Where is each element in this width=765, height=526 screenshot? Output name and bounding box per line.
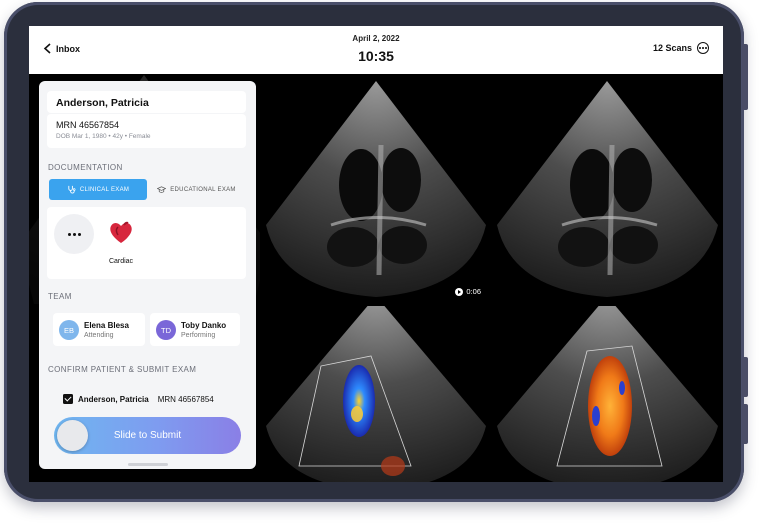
team-member-name: Elena Blesa: [84, 321, 129, 330]
clip-timer: 0:06: [455, 287, 481, 296]
echo-image: [497, 81, 718, 297]
team-member-elena[interactable]: EB Elena Blesa Attending: [53, 313, 145, 346]
scans-menu[interactable]: 12 Scans: [653, 42, 709, 54]
team-heading: TEAM: [48, 292, 72, 301]
team-member-name: Toby Danko: [181, 321, 227, 330]
panel-drag-handle[interactable]: [128, 463, 168, 466]
slide-to-submit-label: Slide to Submit: [113, 430, 182, 441]
confirm-checkbox[interactable]: [63, 394, 73, 404]
tablet-volume-down-button: [742, 404, 748, 444]
play-icon[interactable]: [455, 287, 464, 296]
patient-mrn: MRN 46567854: [56, 120, 120, 130]
heart-icon[interactable]: [107, 218, 135, 246]
doppler-image: [266, 306, 486, 482]
tab-educational-exam[interactable]: EDUCATIONAL EXAM: [149, 179, 244, 200]
confirm-patient-mrn: MRN 46567854: [157, 394, 214, 404]
app-screen: Inbox April 2, 2022 10:35 12 Scans 0:06 …: [29, 26, 723, 482]
graduation-cap-icon: [157, 186, 167, 193]
slider-knob[interactable]: [57, 420, 88, 451]
doppler-image: [497, 306, 718, 482]
avatar: EB: [59, 320, 79, 340]
scan-thumbnail-3[interactable]: [492, 75, 723, 304]
patient-details: DOB Mar 1, 1980 • 42y • Female: [56, 133, 151, 140]
tablet-volume-up-button: [742, 357, 748, 397]
confirm-heading: CONFIRM PATIENT & SUBMIT EXAM: [48, 365, 197, 374]
tab-clinical-label: CLINICAL EXAM: [79, 186, 130, 193]
tab-educational-label: EDUCATIONAL EXAM: [170, 186, 236, 193]
tablet-side-button: [742, 44, 748, 110]
exam-date: April 2, 2022: [352, 34, 400, 43]
scan-thumbnail-4[interactable]: [261, 306, 491, 482]
echo-image: [266, 81, 486, 297]
exam-details-panel: Anderson, Patricia MRN 46567854 DOB Mar …: [39, 81, 256, 469]
team-member-role: Performing: [181, 332, 216, 339]
confirm-patient-row[interactable]: Anderson, Patricia MRN 46567854: [63, 394, 214, 404]
exam-time: 10:35: [358, 48, 394, 64]
scans-count: 12 Scans: [652, 43, 692, 53]
team-member-toby[interactable]: TD Toby Danko Performing: [150, 313, 240, 346]
scan-thumbnail-5[interactable]: [492, 306, 723, 482]
tablet-device: Inbox April 2, 2022 10:35 12 Scans 0:06 …: [4, 2, 748, 502]
patient-name: Anderson, Patricia: [56, 97, 149, 109]
exam-type-cardiac-label: Cardiac: [108, 258, 134, 265]
tab-clinical-exam[interactable]: CLINICAL EXAM: [49, 179, 147, 200]
slide-to-submit-slider[interactable]: Slide to Submit: [54, 417, 241, 454]
more-options-icon[interactable]: [697, 42, 709, 54]
scan-thumbnail-2[interactable]: 0:06: [261, 75, 491, 304]
avatar: TD: [156, 320, 176, 340]
documentation-heading: DOCUMENTATION: [48, 163, 123, 172]
confirm-patient-name: Anderson, Patricia: [78, 394, 149, 404]
stethoscope-icon: [68, 185, 76, 194]
more-exam-types-button[interactable]: [54, 214, 94, 254]
clip-duration: 0:06: [466, 287, 481, 296]
team-member-role: Attending: [84, 332, 114, 339]
top-bar: Inbox April 2, 2022 10:35 12 Scans: [29, 26, 723, 74]
